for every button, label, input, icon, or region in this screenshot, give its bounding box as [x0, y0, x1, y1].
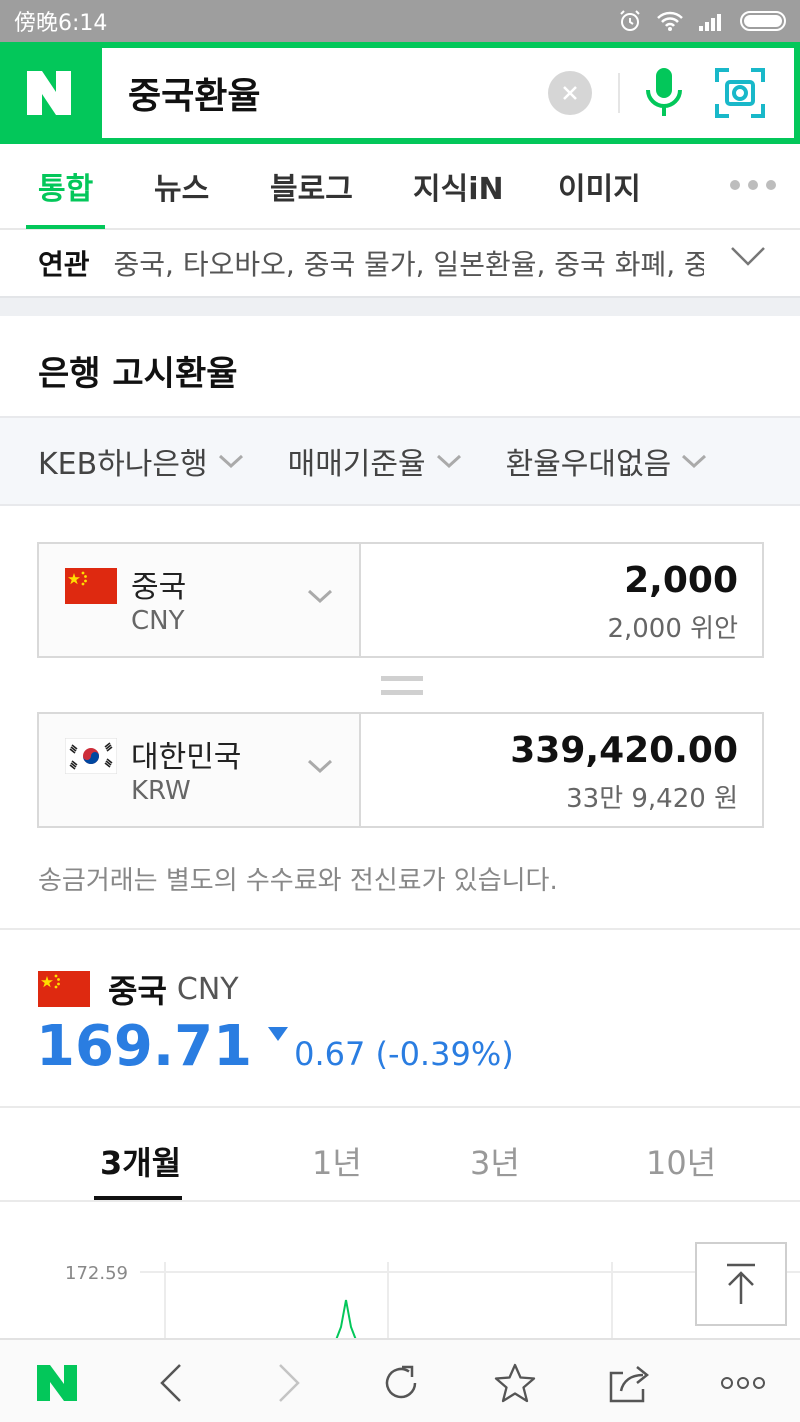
from-code: CNY: [131, 606, 185, 636]
voice-search-button[interactable]: [640, 63, 688, 123]
related-label: 연관: [38, 248, 90, 281]
clear-button[interactable]: [548, 71, 592, 115]
china-flag-icon: [38, 971, 90, 1007]
period-tab-3-months[interactable]: 3개월: [100, 1138, 181, 1184]
camera-lens-icon: [715, 68, 765, 118]
from-currency-select[interactable]: 중국 CNY: [39, 544, 361, 656]
to-amount-text: 33만 9,420 원: [566, 784, 738, 814]
period-tab-1-year[interactable]: 1년: [312, 1138, 362, 1184]
rate-chart: 172.59: [65, 1262, 800, 1340]
naver-logo-icon: [37, 1365, 77, 1401]
chevron-left-icon: [160, 1364, 181, 1402]
divider: [618, 73, 620, 113]
naver-logo[interactable]: [0, 42, 98, 144]
rate-type-select[interactable]: 매매기준율: [288, 439, 462, 483]
refresh-button[interactable]: [376, 1358, 426, 1408]
tab-integrated[interactable]: 통합: [25, 143, 106, 229]
chevron-right-icon: [279, 1364, 300, 1402]
to-currency-row: 대한민국 KRW 339,420.00 33만 9,420 원: [37, 712, 764, 828]
arrow-up-icon: [727, 1263, 755, 1304]
rate-filters: KEB하나은행 매매기준율 환율우대없음: [0, 416, 800, 506]
chevron-down-icon: [682, 454, 707, 469]
to-code: KRW: [131, 776, 191, 806]
rate-summary-header: 중국 CNY: [38, 966, 239, 1012]
wifi-icon: [657, 11, 683, 31]
star-icon: [494, 1363, 536, 1403]
from-currency-row: 중국 CNY 2,000 2,000 위안: [37, 542, 764, 658]
section-gap: [0, 296, 800, 316]
status-bar: 傍晚6:14: [0, 0, 800, 42]
back-button[interactable]: [146, 1358, 196, 1408]
to-amount-field[interactable]: 339,420.00 33만 9,420 원: [361, 714, 762, 826]
rate-code: CNY: [176, 971, 239, 1007]
signal-icon: [699, 14, 721, 31]
chevron-down-icon[interactable]: [730, 244, 766, 268]
naver-logo-icon: [27, 71, 71, 115]
discount-label: 환율우대없음: [505, 447, 672, 482]
china-flag-icon: [65, 568, 117, 604]
scroll-to-top-button[interactable]: [695, 1242, 787, 1326]
bank-rate-title: 은행 고시환율: [38, 354, 238, 394]
from-country: 중국: [131, 570, 187, 605]
close-icon: [563, 86, 577, 100]
tab-images[interactable]: 이미지: [558, 143, 641, 229]
chevron-down-icon: [436, 454, 461, 469]
alarm-icon: [620, 10, 640, 31]
bank-select-label: KEB하나은행: [38, 447, 208, 482]
status-time: 傍晚6:14: [14, 11, 108, 36]
korea-flag-icon: [65, 738, 117, 774]
search-tabs: 통합 뉴스 블로그 지식iN 이미지: [0, 144, 800, 230]
to-amount[interactable]: 339,420.00: [510, 730, 738, 771]
related-keywords[interactable]: 중국, 타오바오, 중국 물가, 일본환율, 중국 화폐, 중국: [114, 243, 704, 283]
rate-value-row: 169.71 0.67 (-0.39%): [36, 1014, 514, 1079]
to-currency-select[interactable]: 대한민국 KRW: [39, 714, 361, 826]
to-country: 대한민국: [131, 740, 242, 775]
refresh-icon: [385, 1365, 417, 1399]
current-rate: 169.71: [36, 1014, 253, 1079]
tab-knowledge-in[interactable]: 지식iN: [413, 143, 504, 229]
from-amount-field[interactable]: 2,000 2,000 위안: [361, 544, 762, 656]
browser-toolbar: [0, 1338, 800, 1422]
share-icon: [609, 1366, 650, 1403]
chevron-down-icon: [307, 589, 333, 604]
bookmark-button[interactable]: [490, 1358, 540, 1408]
battery-icon: [740, 11, 786, 31]
more-tabs-icon[interactable]: [730, 180, 776, 190]
equals-icon: [381, 676, 423, 696]
tab-news[interactable]: 뉴스: [154, 143, 209, 229]
forward-button[interactable]: [264, 1358, 314, 1408]
more-menu-button[interactable]: [718, 1358, 768, 1408]
section-divider: [0, 928, 800, 930]
chevron-down-icon: [307, 759, 333, 774]
period-tab-3-years[interactable]: 3년: [470, 1138, 520, 1184]
chevron-down-icon: [218, 454, 243, 469]
down-triangle-icon: [268, 1027, 289, 1041]
search-header: 중국환율: [0, 42, 800, 144]
search-input[interactable]: 중국환율: [102, 48, 794, 138]
rate-change: 0.67 (-0.39%): [294, 1035, 514, 1073]
more-dots-icon: [721, 1377, 765, 1389]
period-tab-indicator: [94, 1196, 182, 1200]
rate-country: 중국: [108, 972, 167, 1010]
tab-blog[interactable]: 블로그: [270, 143, 353, 229]
chart-y-tick-label: 172.59: [65, 1263, 128, 1284]
microphone-icon: [646, 68, 682, 116]
lens-search-button[interactable]: [714, 67, 766, 119]
rate-type-label: 매매기준율: [287, 447, 426, 482]
discount-select[interactable]: 환율우대없음: [506, 439, 708, 483]
period-tab-10-years[interactable]: 10년: [646, 1138, 716, 1184]
search-query[interactable]: 중국환율: [102, 67, 548, 119]
share-button[interactable]: [604, 1358, 654, 1408]
home-button[interactable]: [32, 1358, 82, 1408]
bank-select[interactable]: KEB하나은행: [38, 439, 244, 483]
period-tabs: 3개월 1년 3년 10년: [0, 1106, 800, 1202]
from-amount[interactable]: 2,000: [624, 560, 738, 601]
related-searches: 연관 중국, 타오바오, 중국 물가, 일본환율, 중국 화폐, 중국: [0, 230, 800, 296]
from-amount-text: 2,000 위안: [607, 614, 738, 644]
chart-series-line: [335, 1299, 357, 1340]
fee-notice: 송금거래는 별도의 수수료와 전신료가 있습니다.: [38, 866, 558, 896]
